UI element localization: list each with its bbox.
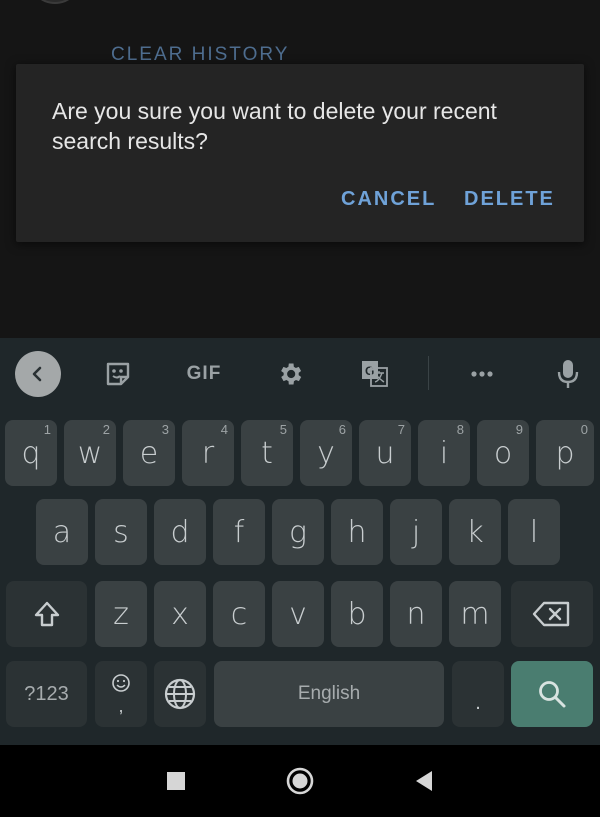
key-hint: 8 [456,422,464,437]
key-i[interactable]: i8 [418,420,470,486]
key-w[interactable]: w2 [64,420,116,486]
globe-icon [164,678,196,710]
key-c[interactable]: c [213,581,265,647]
key-t[interactable]: t5 [241,420,293,486]
key-r[interactable]: r4 [182,420,234,486]
keyboard-toolbar: GIF G [0,338,600,408]
back-triangle-icon [416,771,432,791]
language-key[interactable] [154,661,206,727]
key-hint: 0 [580,422,588,437]
key-s[interactable]: s [95,499,147,565]
home-button[interactable] [282,761,318,801]
key-hint: 4 [220,422,228,437]
key-m[interactable]: m [449,581,501,647]
gif-label: GIF [186,363,222,384]
key-b[interactable]: b [331,581,383,647]
cancel-button[interactable]: CANCEL [341,188,436,211]
key-hint: 9 [515,422,523,437]
key-y[interactable]: y6 [300,420,352,486]
key-z[interactable]: z [95,581,147,647]
search-key[interactable] [511,661,593,727]
key-o[interactable]: o9 [477,420,529,486]
key-p[interactable]: p0 [536,420,594,486]
delete-button[interactable]: DELETE [464,188,555,211]
navigation-bar [0,745,600,817]
key-hint: 1 [43,422,51,437]
back-button[interactable] [408,761,440,801]
key-e[interactable]: e3 [123,420,175,486]
square-icon [167,772,185,790]
key-q[interactable]: q1 [5,420,57,486]
toolbar-divider [428,356,429,390]
key-a[interactable]: a [36,499,88,565]
translate-icon[interactable]: G [351,352,399,396]
key-hint: 2 [102,422,110,437]
microphone-icon[interactable] [544,352,592,396]
confirm-delete-dialog: Are you sure you want to delete your rec… [16,64,584,242]
recent-apps-button[interactable] [160,761,192,801]
space-bar[interactable]: English [214,661,444,727]
shift-key[interactable] [6,581,87,647]
backspace-icon [532,601,570,627]
key-g[interactable]: g [272,499,324,565]
period-key[interactable]: . [452,661,504,727]
comma-label: , [118,696,124,716]
clear-history-button[interactable]: CLEAR HISTORY [111,44,289,66]
key-h[interactable]: h [331,499,383,565]
key-j[interactable]: j [390,499,442,565]
key-hint: 6 [338,422,346,437]
backspace-key[interactable] [511,581,593,647]
key-hint: 3 [161,422,169,437]
key-l[interactable]: l [508,499,560,565]
emoji-icon [112,674,130,692]
more-icon[interactable] [458,352,506,396]
dialog-message: Are you sure you want to delete your rec… [52,98,497,154]
key-k[interactable]: k [449,499,501,565]
home-circle-icon [286,767,314,795]
key-x[interactable]: x [154,581,206,647]
symbols-key[interactable]: ?123 [6,661,87,727]
sticker-icon[interactable] [94,352,142,396]
key-d[interactable]: d [154,499,206,565]
key-v[interactable]: v [272,581,324,647]
gear-icon[interactable] [266,352,314,396]
keyboard: GIF G q1 w2 e3 r4 t5 y6 u7 i8 o9 p0 a s … [0,338,600,745]
shift-icon [34,601,59,627]
search-icon [539,681,566,708]
key-hint: 5 [279,422,287,437]
gif-button[interactable]: GIF [180,352,228,396]
key-f[interactable]: f [213,499,265,565]
back-chevron-icon[interactable] [15,351,61,397]
key-u[interactable]: u7 [359,420,411,486]
key-n[interactable]: n [390,581,442,647]
emoji-key[interactable]: , [95,661,147,727]
svg-text:G: G [365,364,374,378]
avatar [28,0,82,4]
key-hint: 7 [397,422,405,437]
